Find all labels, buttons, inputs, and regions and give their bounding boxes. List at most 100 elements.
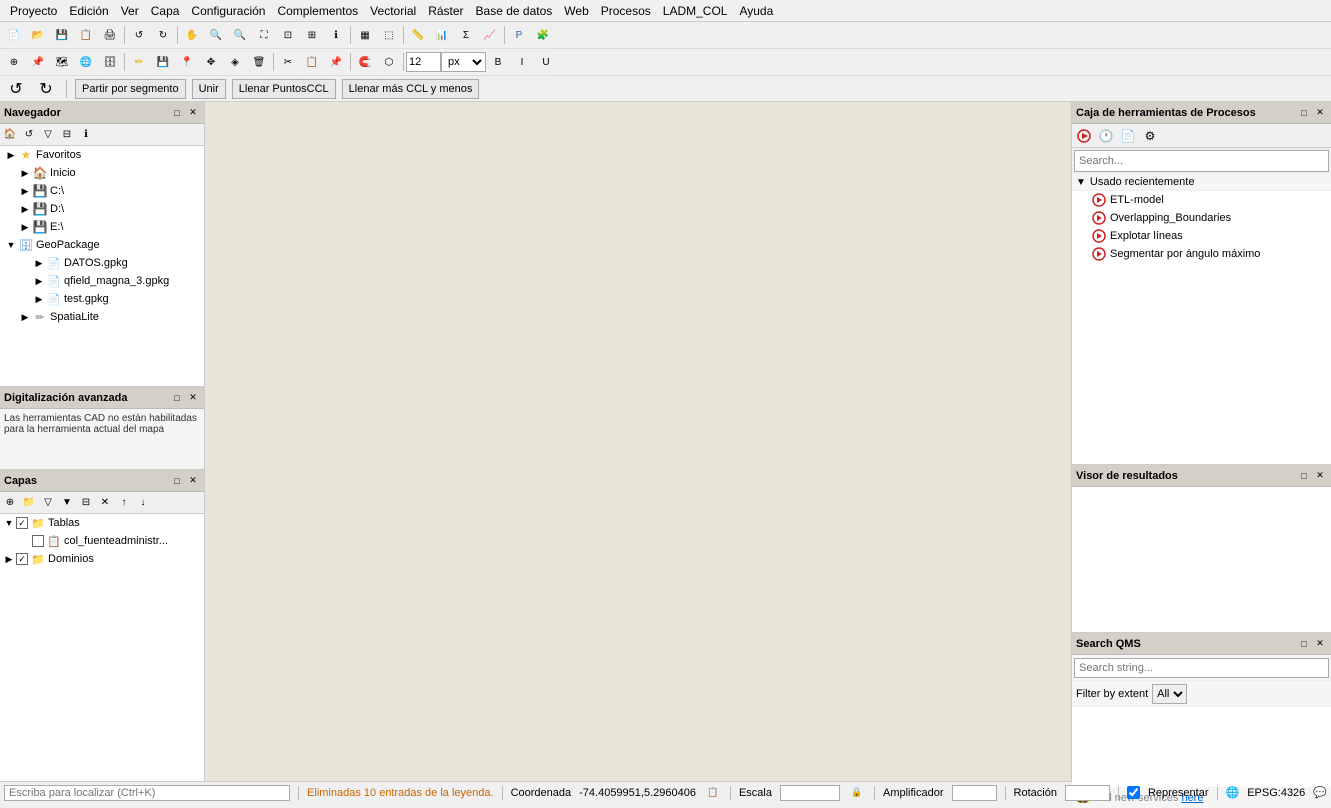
nav-e-toggle[interactable]: ▶ (18, 220, 32, 234)
tablas-checkbox[interactable] (16, 517, 28, 529)
llenar-puntos-btn[interactable]: Llenar PuntosCCL (232, 79, 336, 99)
layers-collapse-btn[interactable]: ⊟ (77, 494, 95, 512)
layers-filter-btn[interactable]: ▽ (39, 494, 57, 512)
layer-dominios[interactable]: ▶ 📁 Dominios (0, 550, 204, 568)
nav-favorites-toggle[interactable]: ▶ (4, 148, 18, 162)
menu-proyecto[interactable]: Proyecto (4, 2, 63, 20)
nav-inicio-toggle[interactable]: ▶ (18, 166, 32, 180)
qms-close-btn[interactable]: ✕ (1313, 637, 1327, 651)
layers-maximize-btn[interactable]: □ (170, 474, 184, 488)
col-fuente-checkbox[interactable] (32, 535, 44, 547)
results-close-btn[interactable]: ✕ (1313, 469, 1327, 483)
zoom-full-btn[interactable]: ⛶ (253, 24, 275, 46)
move-feature-btn[interactable]: ✥ (200, 51, 222, 73)
plugin-btn[interactable]: 🧩 (532, 24, 554, 46)
digit-maximize-btn[interactable]: □ (170, 391, 184, 405)
nav-c-drive[interactable]: ▶ 💾 C:\ (0, 182, 204, 200)
nav-spatialite-toggle[interactable]: ▶ (18, 310, 32, 324)
layer-tablas[interactable]: ▼ 📁 Tablas (0, 514, 204, 532)
proc-history-btn[interactable]: 🕐 (1096, 127, 1116, 145)
nav-refresh-btn[interactable]: ↺ (20, 126, 38, 144)
qms-search-input[interactable] (1074, 658, 1329, 678)
undo-btn[interactable]: ↺ (128, 24, 150, 46)
save-as-btn[interactable]: 📋 (75, 24, 97, 46)
coordinate-copy-btn[interactable]: 📋 (705, 785, 721, 801)
identify-btn[interactable]: ℹ (325, 24, 347, 46)
proc-explotar[interactable]: Explotar líneas (1072, 227, 1331, 245)
nav-c-toggle[interactable]: ▶ (18, 184, 32, 198)
add-db-btn[interactable]: 🗄 (99, 51, 121, 73)
scale-lock-btn[interactable]: 🔒 (849, 785, 865, 801)
menu-capa[interactable]: Capa (145, 2, 186, 20)
unit-select[interactable]: px (441, 52, 486, 72)
zoom-selection-btn[interactable]: ⊞ (301, 24, 323, 46)
nav-qfield-gpkg[interactable]: ▶ 📄 qfield_magna_3.gpkg (0, 272, 204, 290)
nav-test-toggle[interactable]: ▶ (32, 292, 46, 306)
menu-ladm-col[interactable]: LADM_COL (657, 2, 734, 20)
paste-btn[interactable]: 📌 (325, 51, 347, 73)
menu-ver[interactable]: Ver (115, 2, 145, 20)
layers-down-btn[interactable]: ↓ (134, 494, 152, 512)
results-maximize-btn[interactable]: □ (1297, 469, 1311, 483)
layers-add-btn[interactable]: ⊕ (1, 494, 19, 512)
navigator-close-btn[interactable]: ✕ (186, 106, 200, 120)
layers-filter2-btn[interactable]: ▼ (58, 494, 76, 512)
menu-procesos[interactable]: Procesos (595, 2, 657, 20)
map-canvas[interactable] (205, 102, 1071, 781)
proc-overlapping[interactable]: Overlapping_Boundaries (1072, 209, 1331, 227)
topology-btn[interactable]: ⬡ (378, 51, 400, 73)
measure-btn[interactable]: 📏 (407, 24, 429, 46)
nav-geopackage[interactable]: ▼ 🗄 GeoPackage (0, 236, 204, 254)
nav-info-btn[interactable]: ℹ (77, 126, 95, 144)
layers-close-btn[interactable]: ✕ (186, 474, 200, 488)
nav-favorites[interactable]: ▶ ★ Favoritos (0, 146, 204, 164)
nav-datos-toggle[interactable]: ▶ (32, 256, 46, 270)
dominios-toggle[interactable]: ▶ (2, 552, 16, 566)
nav-qfield-toggle[interactable]: ▶ (32, 274, 46, 288)
open-project-btn[interactable]: 📂 (27, 24, 49, 46)
zoom-in-btn[interactable]: 🔍 (205, 24, 227, 46)
nav-datos-gpkg[interactable]: ▶ 📄 DATOS.gpkg (0, 254, 204, 272)
select-btn[interactable]: ▦ (354, 24, 376, 46)
proc-segmentar[interactable]: Segmentar por ángulo máximo (1072, 245, 1331, 263)
llenar-mas-btn[interactable]: Llenar más CCL y menos (342, 79, 480, 99)
proc-maximize-btn[interactable]: □ (1297, 106, 1311, 120)
redo-btn[interactable]: ↻ (152, 24, 174, 46)
nav-collapse-btn[interactable]: ⊟ (58, 126, 76, 144)
pan-btn[interactable]: ✋ (181, 24, 203, 46)
proc-close-btn[interactable]: ✕ (1313, 106, 1327, 120)
layers-remove-btn[interactable]: ✕ (96, 494, 114, 512)
edit-mode-btn[interactable]: ✏ (128, 51, 150, 73)
rotation-input[interactable]: 0.0 ° (1065, 785, 1110, 801)
add-vector-btn[interactable]: 📌 (27, 51, 49, 73)
zoom-layer-btn[interactable]: ⊡ (277, 24, 299, 46)
attribute-table-btn[interactable]: 📊 (431, 24, 453, 46)
qms-maximize-btn[interactable]: □ (1297, 637, 1311, 651)
menu-raster[interactable]: Ráster (422, 2, 469, 20)
partir-segmento-btn[interactable]: Partir por segmento (75, 79, 186, 99)
navigator-maximize-btn[interactable]: □ (170, 106, 184, 120)
undo-edit-btn[interactable]: ↺ (5, 78, 27, 100)
save-edits-btn[interactable]: 💾 (152, 51, 174, 73)
nav-d-toggle[interactable]: ▶ (18, 202, 32, 216)
add-raster-btn[interactable]: 🗺 (51, 51, 73, 73)
italic-btn[interactable]: I (511, 51, 533, 73)
nav-test-gpkg[interactable]: ▶ 📄 test.gpkg (0, 290, 204, 308)
nav-geopackage-toggle[interactable]: ▼ (4, 238, 18, 252)
menu-complementos[interactable]: Complementos (271, 2, 364, 20)
add-feature-btn[interactable]: 📍 (176, 51, 198, 73)
render-checkbox[interactable] (1127, 786, 1140, 799)
layers-add-group-btn[interactable]: 📁 (20, 494, 38, 512)
delete-feature-btn[interactable]: 🗑 (248, 51, 270, 73)
cut-btn[interactable]: ✂ (277, 51, 299, 73)
menu-edicion[interactable]: Edición (63, 2, 114, 20)
dominios-checkbox[interactable] (16, 553, 28, 565)
font-size-input[interactable] (406, 52, 441, 72)
qms-filter-select[interactable]: All (1152, 684, 1187, 704)
new-layer-btn[interactable]: ⊕ (3, 51, 25, 73)
new-project-btn[interactable]: 📄 (3, 24, 25, 46)
locator-search-input[interactable] (4, 785, 290, 801)
menu-base-datos[interactable]: Base de datos (470, 2, 559, 20)
nav-home-btn[interactable]: 🏠 (1, 126, 19, 144)
nav-e-drive[interactable]: ▶ 💾 E:\ (0, 218, 204, 236)
